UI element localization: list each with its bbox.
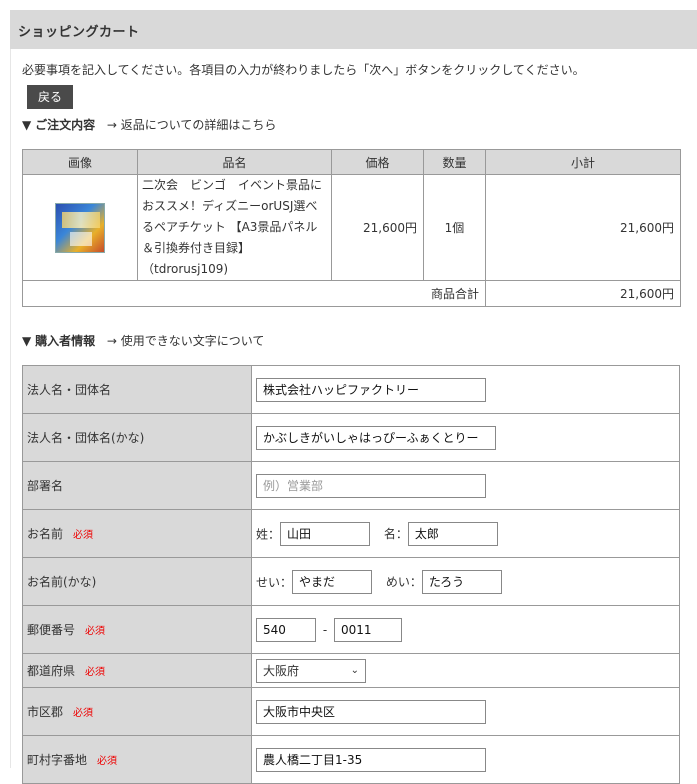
order-section-heading: ▼ ご注文内容 → 返品についての詳細はこちら (22, 116, 276, 133)
required-badge: 必須 (85, 626, 106, 637)
name-label: お名前 (27, 527, 64, 541)
last-name-kana-label: せい： (256, 575, 293, 589)
order-table-header: 画像 品名 価格 数量 小計 (22, 149, 681, 175)
postal-separator: - (322, 622, 328, 637)
back-button[interactable]: 戻る (27, 85, 73, 109)
order-table: 画像 品名 価格 数量 小計 二次会 ビンゴ イベント景品におススメ！ディズニー… (22, 149, 681, 307)
prefecture-label: 都道府県 (27, 664, 76, 678)
postal-code-part1-input[interactable] (256, 617, 316, 642)
prefecture-select[interactable]: 大阪府 ⌄ (256, 658, 366, 683)
company-kana-label: 法人名・団体名(かな) (22, 413, 252, 462)
form-row-city: 市区郡 必須 (22, 687, 680, 736)
product-subtotal: 21,600円 (485, 174, 681, 281)
department-input[interactable] (256, 473, 486, 498)
product-name[interactable]: 二次会 ビンゴ イベント景品におススメ！ディズニーorUSJ選べるペアチケット … (137, 174, 332, 281)
prefecture-value: 大阪府 (263, 663, 300, 678)
last-name-label: 姓： (256, 527, 281, 541)
required-badge: 必須 (73, 530, 94, 541)
intro-text: 必要事項を記入してください。各項目の入力が終わりましたら「次へ」ボタンをクリック… (22, 63, 585, 77)
order-section-title: ご注文内容 (35, 118, 96, 132)
last-name-kana-input[interactable] (292, 569, 373, 594)
total-label: 商品合計 (22, 280, 486, 307)
col-header-name: 品名 (137, 149, 332, 175)
city-input[interactable] (256, 699, 486, 724)
invalid-chars-link[interactable]: → 使用できない文字について (107, 334, 265, 348)
first-name-kana-input[interactable] (421, 569, 502, 594)
company-label: 法人名・団体名 (22, 365, 252, 414)
col-header-qty: 数量 (423, 149, 486, 175)
page-header: ショッピングカート (10, 10, 697, 49)
form-row-company-kana: 法人名・団体名(かな) (22, 413, 680, 462)
company-input[interactable] (256, 377, 486, 402)
required-badge: 必須 (97, 756, 118, 767)
form-row-prefecture: 都道府県 必須 大阪府 ⌄ (22, 653, 680, 688)
total-row: 商品合計 21,600円 (22, 280, 681, 307)
buyer-form: 法人名・団体名 法人名・団体名(かな) 部署名 お名前必須 姓： 名： お名前(… (22, 365, 680, 784)
col-header-image: 画像 (22, 149, 138, 175)
name-kana-label: お名前(かな) (22, 557, 252, 606)
collapse-triangle-icon: ▼ (22, 334, 32, 348)
form-row-street: 町村字番地 必須 (22, 735, 680, 784)
required-badge: 必須 (73, 708, 94, 719)
department-label: 部署名 (22, 461, 252, 510)
first-name-input[interactable] (407, 521, 498, 546)
first-name-label: 名： (383, 527, 408, 541)
company-kana-input[interactable] (256, 425, 496, 450)
form-row-company: 法人名・団体名 (22, 365, 680, 414)
product-image-cell (22, 174, 138, 281)
collapse-triangle-icon: ▼ (22, 118, 32, 132)
required-badge: 必須 (85, 667, 106, 678)
product-qty: 1個 (423, 174, 486, 281)
form-row-postal: 郵便番号必須 - (22, 605, 680, 654)
first-name-kana-label: めい： (385, 575, 422, 589)
chevron-down-icon: ⌄ (350, 664, 359, 676)
total-value: 21,600円 (485, 280, 681, 307)
product-price: 21,600円 (331, 174, 424, 281)
buyer-section-title: 購入者情報 (35, 334, 96, 348)
form-row-name: お名前必須 姓： 名： (22, 509, 680, 558)
postal-code-part2-input[interactable] (334, 617, 402, 642)
buyer-section-heading: ▼ 購入者情報 → 使用できない文字について (22, 332, 264, 349)
col-header-subtotal: 小計 (485, 149, 681, 175)
product-thumbnail[interactable] (55, 202, 105, 253)
form-row-name-kana: お名前(かな) せい： めい： (22, 557, 680, 606)
page-title: ショッピングカート (18, 25, 140, 40)
form-row-department: 部署名 (22, 461, 680, 510)
table-row: 二次会 ビンゴ イベント景品におススメ！ディズニーorUSJ選べるペアチケット … (22, 174, 681, 281)
postal-label: 郵便番号 (27, 623, 76, 637)
last-name-input[interactable] (280, 521, 371, 546)
returns-info-link[interactable]: → 返品についての詳細はこちら (107, 118, 277, 132)
city-label: 市区郡 (27, 705, 64, 719)
street-label: 町村字番地 (27, 753, 88, 767)
col-header-price: 価格 (331, 149, 424, 175)
